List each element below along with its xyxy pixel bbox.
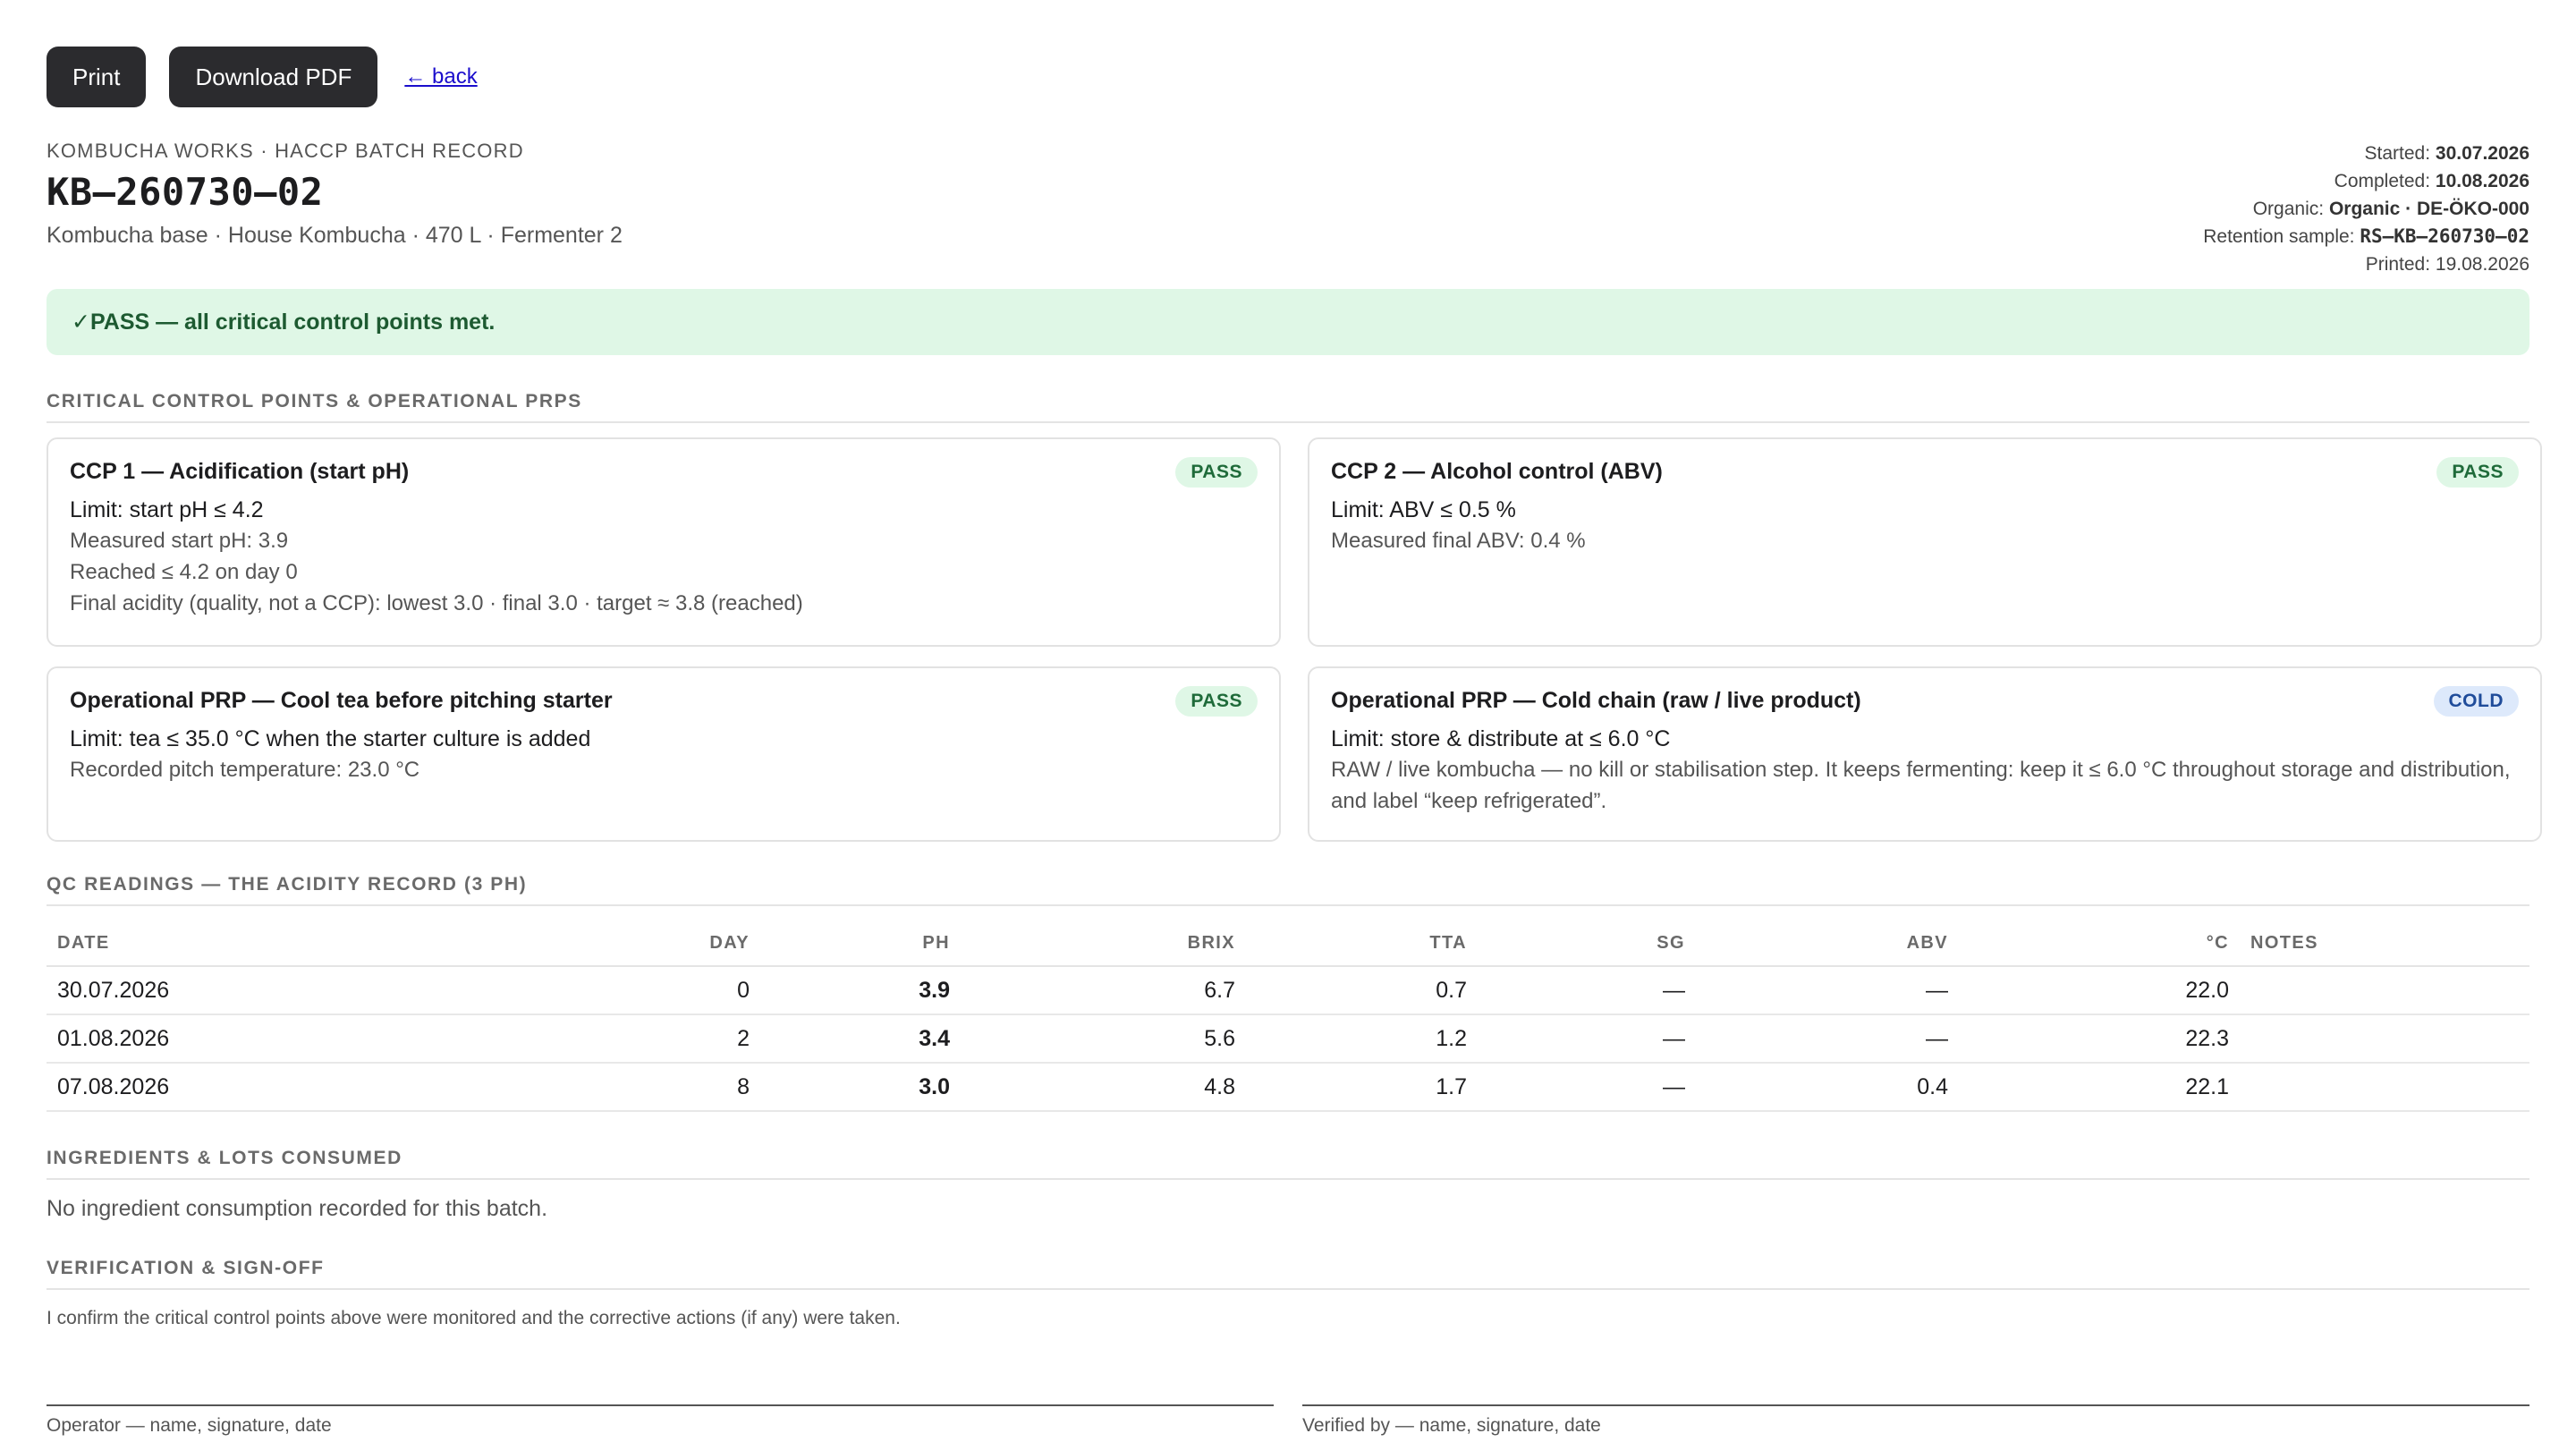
verifier-signature-line: Verified by — name, signature, date — [1302, 1404, 2529, 1437]
header-left: KOMBUCHA WORKS · HACCP BATCH RECORD KB–2… — [47, 140, 623, 278]
cell-date: 01.08.2026 — [47, 1014, 605, 1064]
ccp-detail: Final acidity (quality, not a CCP): lowe… — [70, 591, 803, 615]
column-header: °C — [1959, 920, 2240, 967]
prp-card-title: Operational PRP — Cold chain (raw / live… — [1331, 688, 1861, 713]
cell-notes — [2240, 1063, 2529, 1112]
ccp-card-title: CCP 1 — Acidification (start pH) — [70, 459, 410, 484]
cell-abv: — — [1696, 1014, 1959, 1064]
meta-retention-label: Retention sample: — [2203, 226, 2355, 247]
ingredients-section-title: INGREDIENTS & LOTS CONSUMED — [47, 1148, 2529, 1180]
meta-started: Started: 30.07.2026 — [2203, 140, 2530, 167]
column-header: SG — [1478, 920, 1696, 967]
cell-brix: 4.8 — [961, 1063, 1246, 1112]
column-header: NOTES — [2240, 920, 2529, 967]
cell-day: 0 — [605, 966, 760, 1015]
meta-completed-label: Completed: — [2334, 171, 2431, 191]
cell-ph: 3.4 — [760, 1014, 961, 1064]
prp-limit: Limit: tea ≤ 35.0 °C when the starter cu… — [70, 726, 591, 751]
ccp-limit: Limit: ABV ≤ 0.5 % — [1331, 497, 1516, 522]
column-header: DAY — [605, 920, 760, 967]
cell-day: 8 — [605, 1063, 760, 1112]
cell-date: 07.08.2026 — [47, 1063, 605, 1112]
record-eyebrow: KOMBUCHA WORKS · HACCP BATCH RECORD — [47, 140, 524, 162]
ccp-grid: CCP 1 — Acidification (start pH) PASS Li… — [47, 437, 2542, 842]
ingredients-note: No ingredient consumption recorded for t… — [47, 1196, 548, 1221]
ccp-detail: Measured final ABV: 0.4 % — [1331, 529, 1586, 553]
ccp-detail: Measured start pH: 3.9 — [70, 529, 289, 553]
prp-limit: Limit: store & distribute at ≤ 6.0 °C — [1331, 726, 1671, 751]
ccp-section-title: CRITICAL CONTROL POINTS & OPERATIONAL PR… — [47, 391, 2529, 423]
table-row: 30.07.2026 0 3.9 6.7 0.7 — — 22.0 — [47, 966, 2529, 1015]
cell-brix: 6.7 — [961, 966, 1246, 1015]
prp-card: Operational PRP — Cool tea before pitchi… — [47, 666, 1281, 842]
cell-notes — [2240, 966, 2529, 1015]
column-header: PH — [760, 920, 961, 967]
prp-detail: Recorded pitch temperature: 23.0 °C — [70, 758, 420, 782]
qc-readings-table: DATE DAY PH BRIX TTA SG ABV °C NOTES 30.… — [47, 920, 2529, 1112]
pass-banner: ✓PASS — all critical control points met. — [47, 289, 2529, 355]
column-header: BRIX — [961, 920, 1246, 967]
meta-completed-value: 10.08.2026 — [2435, 171, 2529, 191]
batch-id: KB–260730–02 — [47, 170, 324, 214]
meta-organic-label: Organic: — [2252, 199, 2325, 219]
meta-started-label: Started: — [2364, 143, 2431, 164]
batch-record-page: Print Download PDF ← back KOMBUCHA WORKS… — [0, 0, 2576, 1437]
cell-ph: 3.9 — [760, 966, 961, 1015]
ccp-card: CCP 1 — Acidification (start pH) PASS Li… — [47, 437, 1281, 647]
qc-section-title: QC READINGS — THE ACIDITY RECORD (3 PH) — [47, 874, 2529, 906]
meta-retention-value: RS–KB–260730–02 — [2360, 225, 2529, 247]
cell-abv: — — [1696, 966, 1959, 1015]
back-link[interactable]: ← back — [404, 64, 477, 89]
verification-statement: I confirm the critical control points ab… — [47, 1308, 901, 1328]
record-header: KOMBUCHA WORKS · HACCP BATCH RECORD KB–2… — [47, 140, 2529, 278]
batch-meta: Started: 30.07.2026 Completed: 10.08.202… — [2203, 140, 2529, 278]
status-badge: PASS — [1175, 686, 1258, 717]
cell-temp: 22.0 — [1959, 966, 2240, 1015]
meta-organic: Organic: Organic · DE-ÖKO-000 — [2203, 195, 2529, 223]
batch-subtitle: Kombucha base · House Kombucha · 470 L ·… — [47, 223, 623, 248]
prp-card: Operational PRP — Cold chain (raw / live… — [1308, 666, 2542, 842]
prp-detail: RAW / live kombucha — no kill or stabili… — [1331, 758, 2511, 813]
table-row: 01.08.2026 2 3.4 5.6 1.2 — — 22.3 — [47, 1014, 2529, 1064]
status-badge: PASS — [2436, 457, 2519, 488]
ccp-card-title: CCP 2 — Alcohol control (ABV) — [1331, 459, 1663, 484]
ccp-detail: Reached ≤ 4.2 on day 0 — [70, 560, 298, 584]
meta-retention: Retention sample: RS–KB–260730–02 — [2203, 223, 2529, 250]
cell-abv: 0.4 — [1696, 1063, 1959, 1112]
operator-signature-line: Operator — name, signature, date — [47, 1404, 1274, 1437]
signature-lines: Operator — name, signature, date Verifie… — [47, 1404, 2529, 1437]
cell-brix: 5.6 — [961, 1014, 1246, 1064]
meta-started-value: 30.07.2026 — [2435, 143, 2529, 164]
cell-tta: 0.7 — [1246, 966, 1478, 1015]
column-header: DATE — [47, 920, 605, 967]
cell-tta: 1.7 — [1246, 1063, 1478, 1112]
cell-temp: 22.1 — [1959, 1063, 2240, 1112]
prp-card-title: Operational PRP — Cool tea before pitchi… — [70, 688, 613, 713]
ccp-limit: Limit: start pH ≤ 4.2 — [70, 497, 264, 522]
cell-day: 2 — [605, 1014, 760, 1064]
table-header-row: DATE DAY PH BRIX TTA SG ABV °C NOTES — [47, 920, 2529, 967]
cell-notes — [2240, 1014, 2529, 1064]
cell-tta: 1.2 — [1246, 1014, 1478, 1064]
meta-printed: Printed: 19.08.2026 — [2365, 254, 2529, 275]
ccp-card: CCP 2 — Alcohol control (ABV) PASS Limit… — [1308, 437, 2542, 647]
cell-ph: 3.0 — [760, 1063, 961, 1112]
status-badge: COLD — [2433, 686, 2519, 717]
toolbar: Print Download PDF ← back — [47, 47, 2529, 107]
status-badge: PASS — [1175, 457, 1258, 488]
cell-date: 30.07.2026 — [47, 966, 605, 1015]
verification-section-title: VERIFICATION & SIGN-OFF — [47, 1258, 2529, 1290]
meta-organic-value: Organic · DE-ÖKO-000 — [2328, 199, 2529, 219]
print-button[interactable]: Print — [47, 47, 147, 107]
cell-sg: — — [1478, 1014, 1696, 1064]
meta-completed: Completed: 10.08.2026 — [2203, 167, 2529, 195]
column-header: ABV — [1696, 920, 1959, 967]
cell-temp: 22.3 — [1959, 1014, 2240, 1064]
table-row: 07.08.2026 8 3.0 4.8 1.7 — 0.4 22.1 — [47, 1063, 2529, 1112]
download-pdf-button[interactable]: Download PDF — [169, 47, 378, 107]
cell-sg: — — [1478, 1063, 1696, 1112]
cell-sg: — — [1478, 966, 1696, 1015]
column-header: TTA — [1246, 920, 1478, 967]
